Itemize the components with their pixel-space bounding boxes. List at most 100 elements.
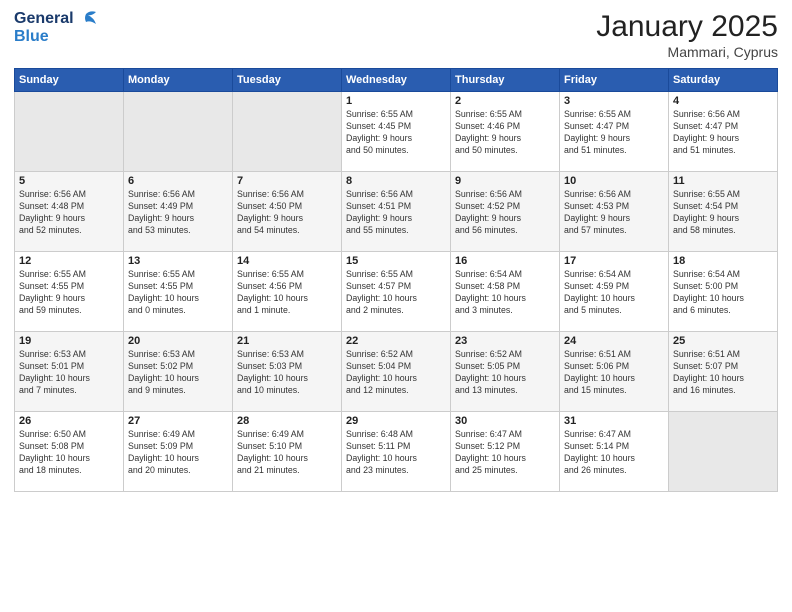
day-number: 25: [673, 335, 773, 347]
table-row: 25 Sunrise: 6:51 AM Sunset: 5:07 PM Dayli…: [669, 332, 778, 412]
day-number: 7: [237, 175, 337, 187]
day-info: Sunrise: 6:56 AM Sunset: 4:49 PM Dayligh…: [128, 189, 228, 237]
day-info: Sunrise: 6:48 AM Sunset: 5:11 PM Dayligh…: [346, 429, 446, 477]
col-wednesday: Wednesday: [342, 69, 451, 92]
day-number: 12: [19, 255, 119, 267]
table-row: 12 Sunrise: 6:55 AM Sunset: 4:55 PM Dayli…: [15, 252, 124, 332]
table-row: 19 Sunrise: 6:53 AM Sunset: 5:01 PM Dayli…: [15, 332, 124, 412]
table-row: 23 Sunrise: 6:52 AM Sunset: 5:05 PM Dayli…: [451, 332, 560, 412]
day-number: 5: [19, 175, 119, 187]
day-number: 22: [346, 335, 446, 347]
day-number: 4: [673, 95, 773, 107]
day-number: 2: [455, 95, 555, 107]
calendar-title: January 2025: [596, 10, 778, 44]
table-row: 18 Sunrise: 6:54 AM Sunset: 5:00 PM Dayli…: [669, 252, 778, 332]
day-number: 10: [564, 175, 664, 187]
day-number: 31: [564, 415, 664, 427]
day-info: Sunrise: 6:47 AM Sunset: 5:12 PM Dayligh…: [455, 429, 555, 477]
title-block: January 2025 Mammari, Cyprus: [596, 10, 778, 60]
table-row: 27 Sunrise: 6:49 AM Sunset: 5:09 PM Dayli…: [124, 412, 233, 492]
day-number: 17: [564, 255, 664, 267]
table-row: 28 Sunrise: 6:49 AM Sunset: 5:10 PM Dayli…: [233, 412, 342, 492]
calendar-page: General Blue January 2025 Mammari, Cypru…: [0, 0, 792, 612]
col-thursday: Thursday: [451, 69, 560, 92]
day-number: 18: [673, 255, 773, 267]
table-row: 24 Sunrise: 6:51 AM Sunset: 5:06 PM Dayli…: [560, 332, 669, 412]
day-number: 8: [346, 175, 446, 187]
day-number: 19: [19, 335, 119, 347]
col-tuesday: Tuesday: [233, 69, 342, 92]
table-row: 9 Sunrise: 6:56 AM Sunset: 4:52 PM Daylig…: [451, 172, 560, 252]
table-row: 30 Sunrise: 6:47 AM Sunset: 5:12 PM Dayli…: [451, 412, 560, 492]
day-info: Sunrise: 6:50 AM Sunset: 5:08 PM Dayligh…: [19, 429, 119, 477]
table-row: 17Sunrise: 6:54 AM Sunset: 4:59 PM Dayli…: [560, 252, 669, 332]
table-row: 3 Sunrise: 6:55 AM Sunset: 4:47 PM Daylig…: [560, 92, 669, 172]
table-row: 16Sunrise: 6:54 AM Sunset: 4:58 PM Dayli…: [451, 252, 560, 332]
day-number: 1: [346, 95, 446, 107]
day-info: Sunrise: 6:54 AM Sunset: 4:58 PM Dayligh…: [455, 269, 555, 317]
day-info: Sunrise: 6:49 AM Sunset: 5:10 PM Dayligh…: [237, 429, 337, 477]
day-number: 24: [564, 335, 664, 347]
day-info: Sunrise: 6:51 AM Sunset: 5:07 PM Dayligh…: [673, 349, 773, 397]
table-row: 6 Sunrise: 6:56 AM Sunset: 4:49 PM Daylig…: [124, 172, 233, 252]
day-info: Sunrise: 6:52 AM Sunset: 5:05 PM Dayligh…: [455, 349, 555, 397]
col-saturday: Saturday: [669, 69, 778, 92]
table-row: 29Sunrise: 6:48 AM Sunset: 5:11 PM Dayli…: [342, 412, 451, 492]
day-number: 23: [455, 335, 555, 347]
table-row: 2Sunrise: 6:55 AM Sunset: 4:46 PM Daylig…: [451, 92, 560, 172]
day-number: 3: [564, 95, 664, 107]
day-info: Sunrise: 6:55 AM Sunset: 4:47 PM Dayligh…: [564, 109, 664, 157]
day-info: Sunrise: 6:55 AM Sunset: 4:54 PM Dayligh…: [673, 189, 773, 237]
table-row: 5 Sunrise: 6:56 AM Sunset: 4:48 PM Daylig…: [15, 172, 124, 252]
col-sunday: Sunday: [15, 69, 124, 92]
table-row: 15Sunrise: 6:55 AM Sunset: 4:57 PM Dayli…: [342, 252, 451, 332]
day-number: 15: [346, 255, 446, 267]
table-row: 26 Sunrise: 6:50 AM Sunset: 5:08 PM Dayli…: [15, 412, 124, 492]
day-info: Sunrise: 6:56 AM Sunset: 4:52 PM Dayligh…: [455, 189, 555, 237]
table-row: 22 Sunrise: 6:52 AM Sunset: 5:04 PM Dayli…: [342, 332, 451, 412]
table-row: 31 Sunrise: 6:47 AM Sunset: 5:14 PM Dayli…: [560, 412, 669, 492]
day-info: Sunrise: 6:56 AM Sunset: 4:51 PM Dayligh…: [346, 189, 446, 237]
table-row: [669, 412, 778, 492]
calendar-subtitle: Mammari, Cyprus: [596, 44, 778, 60]
day-number: 20: [128, 335, 228, 347]
table-row: [15, 92, 124, 172]
table-row: 21Sunrise: 6:53 AM Sunset: 5:03 PM Dayli…: [233, 332, 342, 412]
table-row: 20 Sunrise: 6:53 AM Sunset: 5:02 PM Dayli…: [124, 332, 233, 412]
day-info: Sunrise: 6:55 AM Sunset: 4:55 PM Dayligh…: [128, 269, 228, 317]
day-number: 6: [128, 175, 228, 187]
day-info: Sunrise: 6:49 AM Sunset: 5:09 PM Dayligh…: [128, 429, 228, 477]
table-row: 7 Sunrise: 6:56 AM Sunset: 4:50 PM Daylig…: [233, 172, 342, 252]
table-row: 11 Sunrise: 6:55 AM Sunset: 4:54 PM Dayli…: [669, 172, 778, 252]
day-info: Sunrise: 6:55 AM Sunset: 4:55 PM Dayligh…: [19, 269, 119, 317]
day-info: Sunrise: 6:47 AM Sunset: 5:14 PM Dayligh…: [564, 429, 664, 477]
table-row: 8 Sunrise: 6:56 AM Sunset: 4:51 PM Daylig…: [342, 172, 451, 252]
day-info: Sunrise: 6:51 AM Sunset: 5:06 PM Dayligh…: [564, 349, 664, 397]
day-number: 9: [455, 175, 555, 187]
logo: General Blue: [14, 10, 98, 46]
day-info: Sunrise: 6:56 AM Sunset: 4:50 PM Dayligh…: [237, 189, 337, 237]
table-row: [233, 92, 342, 172]
calendar-table: Sunday Monday Tuesday Wednesday Thursday…: [14, 68, 778, 492]
day-number: 27: [128, 415, 228, 427]
logo-bird-icon: [76, 10, 98, 28]
day-info: Sunrise: 6:55 AM Sunset: 4:56 PM Dayligh…: [237, 269, 337, 317]
day-number: 28: [237, 415, 337, 427]
day-info: Sunrise: 6:53 AM Sunset: 5:02 PM Dayligh…: [128, 349, 228, 397]
day-info: Sunrise: 6:54 AM Sunset: 5:00 PM Dayligh…: [673, 269, 773, 317]
table-row: 14Sunrise: 6:55 AM Sunset: 4:56 PM Dayli…: [233, 252, 342, 332]
table-row: 4 Sunrise: 6:56 AM Sunset: 4:47 PM Daylig…: [669, 92, 778, 172]
day-info: Sunrise: 6:53 AM Sunset: 5:01 PM Dayligh…: [19, 349, 119, 397]
day-number: 30: [455, 415, 555, 427]
day-number: 13: [128, 255, 228, 267]
table-row: 13 Sunrise: 6:55 AM Sunset: 4:55 PM Dayli…: [124, 252, 233, 332]
day-info: Sunrise: 6:56 AM Sunset: 4:48 PM Dayligh…: [19, 189, 119, 237]
day-number: 26: [19, 415, 119, 427]
day-number: 11: [673, 175, 773, 187]
table-row: 10Sunrise: 6:56 AM Sunset: 4:53 PM Dayli…: [560, 172, 669, 252]
day-info: Sunrise: 6:52 AM Sunset: 5:04 PM Dayligh…: [346, 349, 446, 397]
col-friday: Friday: [560, 69, 669, 92]
day-info: Sunrise: 6:56 AM Sunset: 4:47 PM Dayligh…: [673, 109, 773, 157]
day-info: Sunrise: 6:55 AM Sunset: 4:45 PM Dayligh…: [346, 109, 446, 157]
day-number: 21: [237, 335, 337, 347]
